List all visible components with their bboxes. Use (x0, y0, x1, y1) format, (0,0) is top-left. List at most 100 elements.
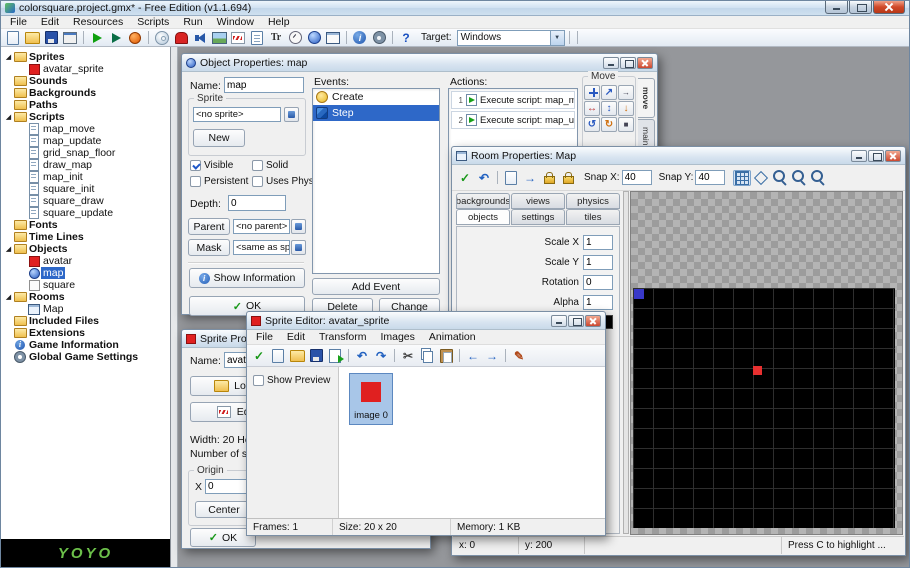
uses-physics-checkbox[interactable] (252, 176, 263, 187)
close-button[interactable] (885, 150, 901, 162)
grid-toggle-icon[interactable] (733, 170, 751, 186)
object-properties-titlebar[interactable]: Object Properties: map (182, 54, 657, 72)
save-project-icon[interactable] (42, 30, 60, 46)
expander-icon[interactable]: ◢ (4, 294, 13, 301)
commit-room-icon[interactable]: ✓ (456, 170, 474, 186)
tree-item-scripts[interactable]: ◢Scripts (1, 111, 170, 123)
zoom-out-icon[interactable] (771, 170, 789, 186)
speed-vertical-icon[interactable]: ↕ (601, 101, 617, 116)
parent-menu-button[interactable] (291, 219, 306, 234)
create-background-icon[interactable] (210, 30, 228, 46)
menu-edit[interactable]: Edit (34, 16, 66, 28)
tree-item-square[interactable]: square (1, 279, 170, 291)
maximize-button[interactable] (849, 1, 872, 14)
copy-icon[interactable] (418, 348, 436, 364)
sprite-menu-button[interactable] (284, 107, 299, 122)
paste-icon[interactable] (437, 348, 455, 364)
help-icon[interactable]: ? (397, 30, 415, 46)
close-button[interactable] (873, 1, 905, 14)
rotation-input[interactable] (583, 275, 613, 290)
scale-y-input[interactable] (583, 255, 613, 270)
create-path-icon[interactable] (229, 30, 247, 46)
visible-checkbox[interactable] (190, 160, 201, 171)
tree-item-grid-snap-floor[interactable]: grid_snap_floor (1, 147, 170, 159)
panel-splitter[interactable] (623, 191, 629, 534)
depth-input[interactable] (228, 195, 286, 211)
events-list[interactable]: CreateStep (312, 88, 440, 274)
edit-image-icon[interactable]: ✎ (510, 348, 528, 364)
reverse-horizontal-icon[interactable]: ↺ (584, 117, 600, 132)
minimize-button[interactable] (825, 1, 848, 14)
frame-thumbnail[interactable]: image 0 (349, 373, 393, 425)
tree-item-rooms[interactable]: ◢Rooms (1, 291, 170, 303)
snap-y-input[interactable] (695, 170, 725, 185)
tree-item-map-move[interactable]: map_move (1, 123, 170, 135)
action-tab-move[interactable]: move (638, 78, 655, 118)
tree-item-included-files[interactable]: Included Files (1, 315, 170, 327)
menu-help[interactable]: Help (261, 16, 297, 28)
tree-item-map-update[interactable]: map_update (1, 135, 170, 147)
menu-run[interactable]: Run (176, 16, 209, 28)
open-project-icon[interactable] (23, 30, 41, 46)
tree-item-square-update[interactable]: square_update (1, 207, 170, 219)
move-fixed-icon[interactable] (584, 85, 600, 100)
next-image-icon[interactable]: → (483, 348, 501, 364)
create-object-icon[interactable] (305, 30, 323, 46)
action-item[interactable]: 2Execute script: map_update (451, 111, 575, 129)
minimize-button[interactable] (851, 150, 867, 162)
minimize-button[interactable] (603, 57, 619, 69)
cut-icon[interactable]: ✂ (399, 348, 417, 364)
move-free-icon[interactable]: ↗ (601, 85, 617, 100)
target-dropdown[interactable]: Windows ▼ (457, 30, 565, 46)
expander-icon[interactable]: ◢ (4, 246, 13, 253)
speed-horizontal-icon[interactable]: ↔ (584, 101, 600, 116)
maximize-button[interactable] (868, 150, 884, 162)
room-properties-titlebar[interactable]: Room Properties: Map (452, 147, 905, 165)
event-item-step[interactable]: Step (313, 105, 439, 121)
spriteeditor-menu-transform[interactable]: Transform (312, 330, 373, 344)
zoom-in-icon[interactable] (809, 170, 827, 186)
lock-instances-icon[interactable] (559, 170, 577, 186)
maximize-button[interactable] (620, 57, 636, 69)
tree-item-fonts[interactable]: Fonts (1, 219, 170, 231)
tree-item-backgrounds[interactable]: Backgrounds (1, 87, 170, 99)
tree-item-draw-map[interactable]: draw_map (1, 159, 170, 171)
expander-icon[interactable]: ◢ (4, 54, 13, 61)
new-sprite-button[interactable]: New (193, 129, 245, 147)
reverse-vertical-icon[interactable]: ↻ (601, 117, 617, 132)
add-event-button[interactable]: Add Event (312, 278, 440, 295)
alpha-input[interactable] (583, 295, 613, 310)
create-sprite-icon[interactable] (172, 30, 190, 46)
create-timeline-icon[interactable] (286, 30, 304, 46)
spriteeditor-menu-images[interactable]: Images (373, 330, 421, 344)
mask-menu-button[interactable] (291, 240, 306, 255)
persistent-checkbox[interactable] (190, 176, 201, 187)
create-room-icon[interactable] (324, 30, 342, 46)
previous-image-icon[interactable]: ← (464, 348, 482, 364)
tree-item-game-information[interactable]: Game Information (1, 339, 170, 351)
menu-file[interactable]: File (3, 16, 34, 28)
new-image-icon[interactable] (269, 348, 287, 364)
scale-x-input[interactable] (583, 235, 613, 250)
sort-instances-icon[interactable] (540, 170, 558, 186)
frames-panel[interactable]: image 0 (339, 367, 605, 518)
tab-objects[interactable]: objects (456, 209, 510, 225)
show-information-button[interactable]: i Show Information (189, 268, 305, 288)
tree-splitter[interactable] (171, 47, 178, 567)
close-button[interactable] (585, 315, 601, 327)
menu-scripts[interactable]: Scripts (130, 16, 176, 28)
spriteeditor-menu-file[interactable]: File (249, 330, 280, 344)
expander-icon[interactable]: ◢ (4, 114, 13, 121)
tab-views[interactable]: views (511, 193, 565, 209)
tree-item-sprites[interactable]: ◢Sprites (1, 51, 170, 63)
parent-button[interactable]: Parent (188, 218, 230, 235)
menu-resources[interactable]: Resources (66, 16, 130, 28)
object-name-input[interactable] (224, 77, 304, 93)
undo-icon[interactable]: ↶ (475, 170, 493, 186)
undo-icon[interactable]: ↶ (353, 348, 371, 364)
app-titlebar[interactable]: colorsquare.project.gmx* - Free Edition … (1, 1, 909, 16)
create-script-icon[interactable] (248, 30, 266, 46)
zoom-reset-icon[interactable] (790, 170, 808, 186)
sprite-editor-titlebar[interactable]: Sprite Editor: avatar_sprite (247, 312, 605, 330)
tree-item-paths[interactable]: Paths (1, 99, 170, 111)
